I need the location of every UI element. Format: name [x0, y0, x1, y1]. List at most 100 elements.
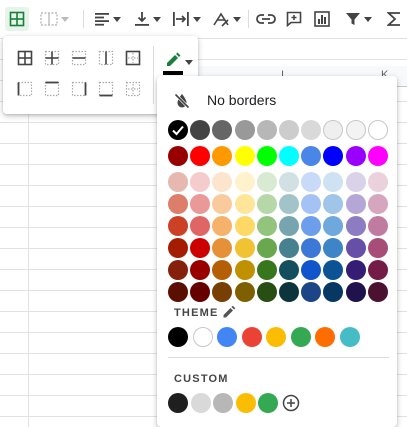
palette-color-swatch[interactable]: [212, 216, 232, 236]
theme-color-swatch[interactable]: [340, 327, 360, 347]
palette-color-swatch[interactable]: [368, 194, 388, 214]
palette-color-swatch[interactable]: [235, 146, 255, 166]
borders-button[interactable]: [5, 7, 29, 31]
palette-color-swatch[interactable]: [368, 282, 388, 302]
palette-color-swatch[interactable]: [168, 216, 188, 236]
custom-color-swatch[interactable]: [191, 393, 211, 413]
palette-color-swatch[interactable]: [279, 172, 299, 192]
palette-color-swatch[interactable]: [346, 260, 366, 280]
palette-color-swatch[interactable]: [346, 216, 366, 236]
palette-color-swatch[interactable]: [368, 172, 388, 192]
theme-color-swatch[interactable]: [242, 327, 262, 347]
palette-color-swatch[interactable]: [301, 260, 321, 280]
palette-color-swatch[interactable]: [323, 260, 343, 280]
insert-comment-button[interactable]: [283, 7, 305, 31]
palette-color-swatch[interactable]: [301, 238, 321, 258]
palette-color-swatch[interactable]: [235, 172, 255, 192]
outer-borders-option[interactable]: [123, 48, 143, 68]
theme-color-swatch[interactable]: [217, 327, 237, 347]
palette-color-swatch[interactable]: [190, 194, 210, 214]
palette-color-swatch[interactable]: [346, 282, 366, 302]
palette-color-swatch[interactable]: [368, 216, 388, 236]
palette-color-swatch[interactable]: [257, 172, 277, 192]
palette-color-swatch[interactable]: [279, 282, 299, 302]
insert-link-button[interactable]: [255, 7, 277, 31]
palette-color-swatch[interactable]: [190, 172, 210, 192]
text-rotation-button[interactable]: [208, 7, 244, 31]
edit-theme-icon[interactable]: [222, 305, 236, 319]
palette-color-swatch[interactable]: [168, 194, 188, 214]
horizontal-borders-option[interactable]: [69, 48, 89, 68]
filter-button[interactable]: [339, 7, 377, 31]
palette-color-swatch[interactable]: [168, 120, 188, 140]
palette-color-swatch[interactable]: [323, 216, 343, 236]
palette-color-swatch[interactable]: [279, 238, 299, 258]
palette-color-swatch[interactable]: [368, 120, 388, 140]
palette-color-swatch[interactable]: [368, 260, 388, 280]
vertical-align-button[interactable]: [130, 7, 164, 31]
left-border-option[interactable]: [15, 79, 35, 99]
clear-borders-option[interactable]: [123, 79, 143, 99]
palette-color-swatch[interactable]: [235, 194, 255, 214]
palette-color-swatch[interactable]: [346, 146, 366, 166]
palette-color-swatch[interactable]: [212, 120, 232, 140]
theme-color-swatch[interactable]: [168, 327, 188, 347]
top-border-option[interactable]: [42, 79, 62, 99]
palette-color-swatch[interactable]: [323, 172, 343, 192]
palette-color-swatch[interactable]: [168, 146, 188, 166]
palette-color-swatch[interactable]: [212, 238, 232, 258]
palette-color-swatch[interactable]: [323, 120, 343, 140]
palette-color-swatch[interactable]: [235, 120, 255, 140]
palette-color-swatch[interactable]: [190, 282, 210, 302]
horizontal-align-button[interactable]: [90, 7, 124, 31]
palette-color-swatch[interactable]: [212, 194, 232, 214]
all-borders-option[interactable]: [15, 48, 35, 68]
palette-color-swatch[interactable]: [346, 172, 366, 192]
palette-color-swatch[interactable]: [212, 146, 232, 166]
palette-color-swatch[interactable]: [190, 216, 210, 236]
no-borders-option[interactable]: No borders: [157, 84, 397, 116]
palette-color-swatch[interactable]: [212, 282, 232, 302]
palette-color-swatch[interactable]: [190, 146, 210, 166]
palette-color-swatch[interactable]: [346, 194, 366, 214]
insert-chart-button[interactable]: [311, 7, 333, 31]
palette-color-swatch[interactable]: [212, 172, 232, 192]
palette-color-swatch[interactable]: [301, 282, 321, 302]
palette-color-swatch[interactable]: [257, 238, 277, 258]
palette-color-swatch[interactable]: [323, 282, 343, 302]
palette-color-swatch[interactable]: [346, 120, 366, 140]
palette-color-swatch[interactable]: [323, 194, 343, 214]
bottom-border-option[interactable]: [96, 79, 116, 99]
vertical-borders-option[interactable]: [96, 48, 116, 68]
palette-color-swatch[interactable]: [301, 172, 321, 192]
border-color-button[interactable]: [160, 48, 194, 78]
palette-color-swatch[interactable]: [168, 172, 188, 192]
palette-color-swatch[interactable]: [301, 120, 321, 140]
palette-color-swatch[interactable]: [168, 282, 188, 302]
palette-color-swatch[interactable]: [279, 194, 299, 214]
palette-color-swatch[interactable]: [257, 282, 277, 302]
palette-color-swatch[interactable]: [257, 120, 277, 140]
palette-color-swatch[interactable]: [279, 120, 299, 140]
palette-color-swatch[interactable]: [368, 146, 388, 166]
text-wrap-button[interactable]: [168, 7, 204, 31]
palette-color-swatch[interactable]: [301, 146, 321, 166]
add-custom-color-icon[interactable]: [281, 393, 301, 413]
palette-color-swatch[interactable]: [279, 260, 299, 280]
palette-color-swatch[interactable]: [257, 146, 277, 166]
merge-cells-button[interactable]: [36, 7, 72, 31]
inner-borders-option[interactable]: [42, 48, 62, 68]
right-border-option[interactable]: [69, 79, 89, 99]
palette-color-swatch[interactable]: [323, 146, 343, 166]
palette-color-swatch[interactable]: [212, 260, 232, 280]
palette-color-swatch[interactable]: [168, 238, 188, 258]
palette-color-swatch[interactable]: [323, 238, 343, 258]
palette-color-swatch[interactable]: [235, 260, 255, 280]
theme-color-swatch[interactable]: [266, 327, 286, 347]
palette-color-swatch[interactable]: [257, 260, 277, 280]
palette-color-swatch[interactable]: [301, 194, 321, 214]
theme-color-swatch[interactable]: [315, 327, 335, 347]
theme-color-swatch[interactable]: [291, 327, 311, 347]
palette-color-swatch[interactable]: [235, 282, 255, 302]
theme-color-swatch[interactable]: [193, 327, 213, 347]
